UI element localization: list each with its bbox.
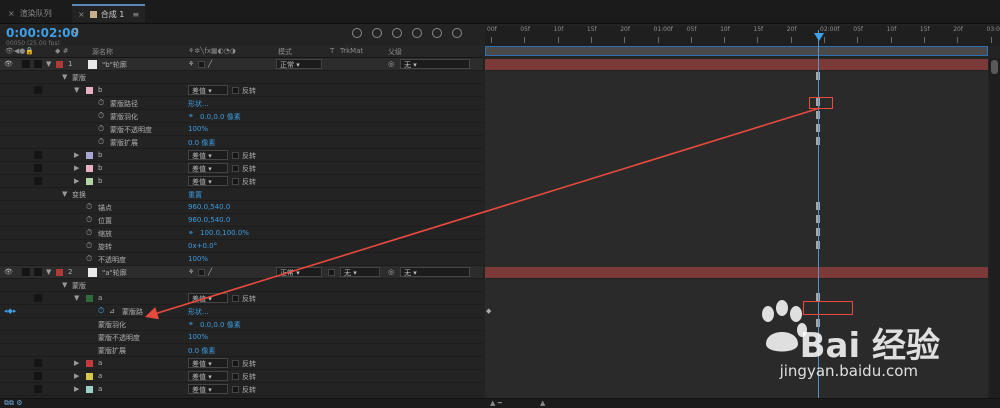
- baidu-watermark: Bai 经验: [799, 326, 940, 366]
- baidu-url-watermark: jingyan.baidu.com: [779, 362, 918, 380]
